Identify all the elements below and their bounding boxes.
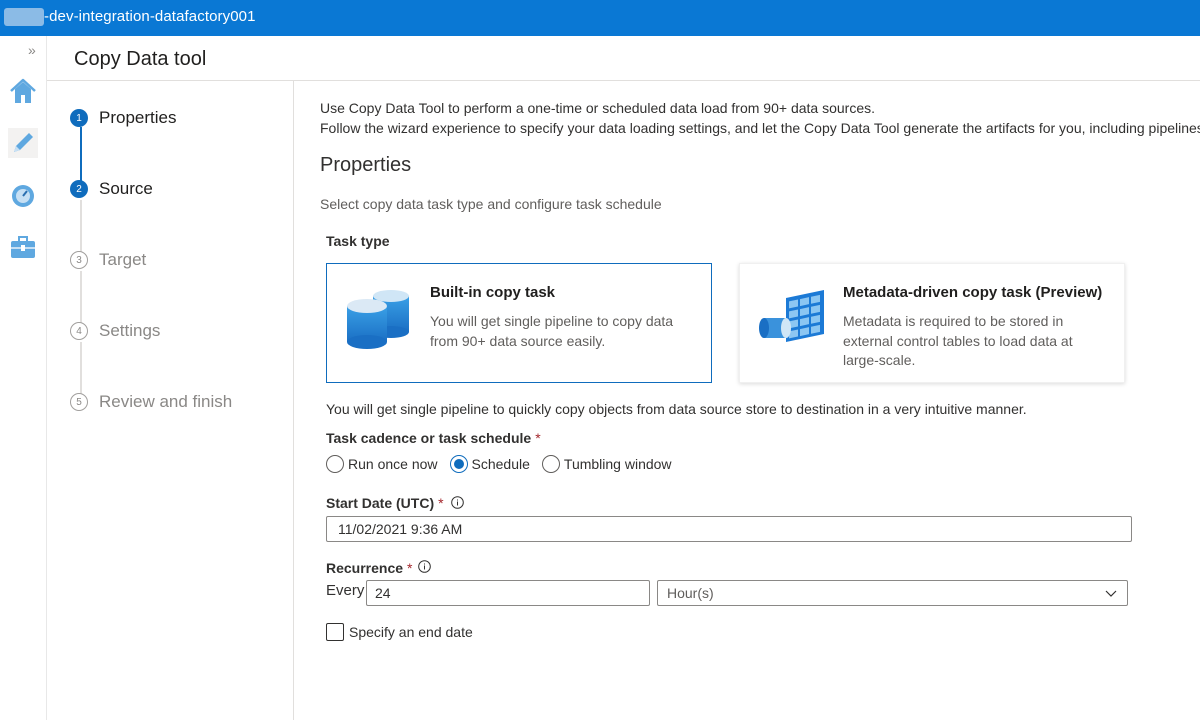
start-date-input[interactable]: 11/02/2021 9:36 AM bbox=[326, 516, 1132, 542]
card-description: You will get single pipeline to copy dat… bbox=[430, 313, 674, 349]
task-type-label: Task type bbox=[326, 233, 390, 249]
checkbox-label: Specify an end date bbox=[349, 624, 473, 640]
intro-line-2: Follow the wizard experience to specify … bbox=[320, 120, 1200, 136]
toolbox-manage-icon[interactable] bbox=[8, 232, 38, 262]
start-date-label: Start Date (UTC) * bbox=[326, 495, 444, 511]
radio-tumbling-window[interactable]: Tumbling window bbox=[541, 455, 672, 473]
database-cylinders-icon bbox=[347, 290, 409, 349]
radio-label: Run once now bbox=[348, 456, 438, 472]
card-description: Metadata is required to be stored in ext… bbox=[843, 313, 1073, 368]
recurrence-unit-dropdown[interactable]: Hour(s) bbox=[657, 580, 1128, 606]
step-number: 3 bbox=[70, 251, 88, 269]
factory-name: -dev-integration-datafactory001 bbox=[44, 8, 256, 25]
start-date-value: 11/02/2021 9:36 AM bbox=[338, 521, 463, 537]
required-mark: * bbox=[438, 495, 444, 511]
intro-text: Use Copy Data Tool to perform a one-time… bbox=[320, 98, 1200, 138]
radio-button[interactable] bbox=[326, 455, 344, 473]
every-label: Every bbox=[326, 582, 365, 599]
radio-run-once-now[interactable]: Run once now bbox=[326, 455, 438, 473]
top-bar: -dev-integration-datafactory001 bbox=[0, 0, 1200, 36]
metadata-driven-copy-task-card[interactable]: Metadata-driven copy task (Preview) Meta… bbox=[739, 263, 1125, 383]
step-connector-active bbox=[80, 127, 82, 181]
radio-label: Schedule bbox=[471, 456, 530, 472]
checkbox-box[interactable] bbox=[326, 623, 344, 641]
radio-schedule[interactable]: Schedule bbox=[449, 455, 530, 473]
step-number: 1 bbox=[70, 109, 88, 127]
intro-line-1: Use Copy Data Tool to perform a one-time… bbox=[320, 100, 875, 116]
chevron-down-icon bbox=[1105, 590, 1117, 597]
cadence-label: Task cadence or task schedule * bbox=[326, 430, 541, 446]
step-properties[interactable]: 1 Properties bbox=[70, 106, 176, 130]
redacted-name bbox=[4, 8, 44, 26]
step-label: Settings bbox=[99, 321, 161, 340]
home-icon[interactable] bbox=[8, 76, 38, 106]
required-mark: * bbox=[535, 430, 541, 446]
task-type-description: You will get single pipeline to quickly … bbox=[326, 401, 1027, 417]
builtin-copy-task-card[interactable]: Built-in copy task You will get single p… bbox=[326, 263, 712, 383]
step-label: Properties bbox=[99, 108, 177, 127]
cadence-radio-group: Run once now Schedule Tumbling window bbox=[326, 455, 684, 473]
page-header: Copy Data tool bbox=[47, 36, 1200, 81]
start-date-label-text: Start Date (UTC) bbox=[326, 495, 435, 511]
step-label: Source bbox=[99, 179, 153, 198]
recurrence-interval-input[interactable]: 24 bbox=[366, 580, 650, 606]
pencil-author-icon[interactable] bbox=[8, 128, 38, 158]
recurrence-label-text: Recurrence bbox=[326, 560, 404, 576]
step-settings[interactable]: 4 Settings bbox=[70, 319, 160, 343]
step-label: Target bbox=[99, 250, 147, 269]
section-subheading: Select copy data task type and configure… bbox=[320, 196, 662, 212]
info-icon[interactable] bbox=[418, 560, 431, 573]
step-number: 5 bbox=[70, 393, 88, 411]
cadence-label-text: Task cadence or task schedule bbox=[326, 430, 532, 446]
step-source[interactable]: 2 Source bbox=[70, 177, 153, 201]
specify-end-date-checkbox[interactable]: Specify an end date bbox=[326, 623, 473, 641]
card-title: Metadata-driven copy task (Preview) bbox=[843, 284, 1103, 301]
recurrence-unit-value: Hour(s) bbox=[667, 585, 714, 601]
step-number: 2 bbox=[70, 180, 88, 198]
step-target[interactable]: 3 Target bbox=[70, 248, 146, 272]
left-nav-rail: » bbox=[0, 36, 47, 720]
monitor-gauge-icon[interactable] bbox=[8, 181, 38, 211]
recurrence-label: Recurrence * bbox=[326, 560, 413, 576]
step-number: 4 bbox=[70, 322, 88, 340]
radio-label: Tumbling window bbox=[563, 456, 672, 472]
main-content: Use Copy Data Tool to perform a one-time… bbox=[294, 80, 1200, 720]
expand-nav-icon[interactable]: » bbox=[28, 42, 36, 58]
step-label: Review and finish bbox=[99, 392, 233, 411]
card-title: Built-in copy task bbox=[430, 284, 556, 301]
step-review-and-finish[interactable]: 5 Review and finish bbox=[70, 390, 232, 414]
radio-button[interactable] bbox=[541, 455, 560, 473]
recurrence-interval-value: 24 bbox=[375, 585, 391, 601]
metadata-table-icon bbox=[759, 289, 824, 343]
radio-button[interactable] bbox=[449, 455, 468, 473]
wizard-steps: 1 Properties 2 Source 3 Target 4 Setting… bbox=[47, 80, 294, 720]
info-icon[interactable] bbox=[451, 496, 464, 509]
required-mark: * bbox=[407, 560, 413, 576]
section-heading: Properties bbox=[320, 154, 412, 176]
page-title: Copy Data tool bbox=[74, 48, 207, 70]
